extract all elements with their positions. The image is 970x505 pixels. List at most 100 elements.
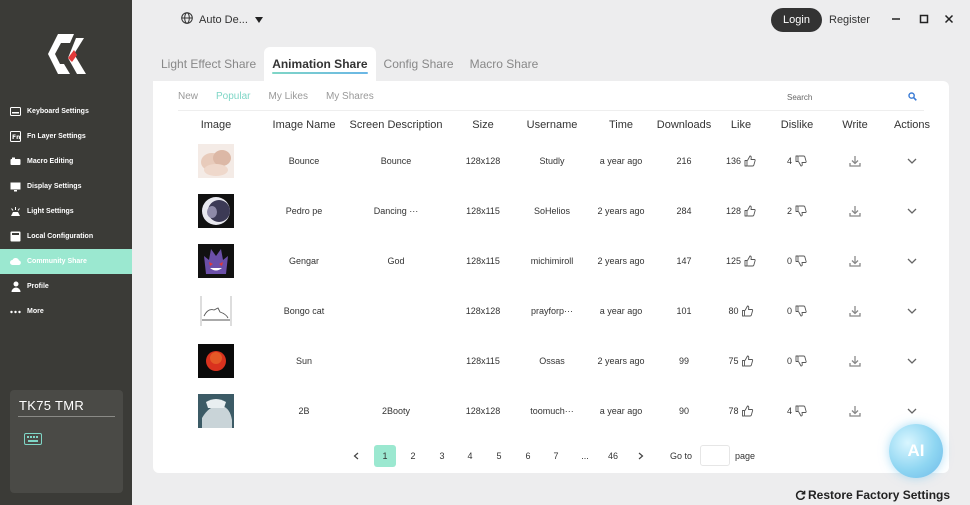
svg-text:Fn: Fn bbox=[12, 134, 20, 141]
thumbs-up-icon[interactable] bbox=[744, 205, 756, 217]
sidebar-item-profile[interactable]: Profile bbox=[0, 274, 132, 299]
username: toomuch··· bbox=[530, 406, 574, 416]
like-cell: 78 bbox=[728, 405, 754, 417]
thumbs-up-icon[interactable] bbox=[744, 155, 756, 167]
sidebar-item-light-settings[interactable]: Light Settings bbox=[0, 199, 132, 224]
tab-macro-share[interactable]: Macro Share bbox=[462, 47, 547, 81]
sidebar-nav: Keyboard Settings Fn Fn Layer Settings Macr… bbox=[0, 99, 132, 324]
like-cell: 136 bbox=[726, 155, 756, 167]
download-icon[interactable] bbox=[849, 255, 861, 267]
thumbs-up-icon[interactable] bbox=[744, 255, 756, 267]
image-size: 128x115 bbox=[466, 256, 500, 266]
page-button-46[interactable]: 46 bbox=[602, 445, 624, 467]
page-button-6[interactable]: 6 bbox=[517, 445, 539, 467]
subtab-popular[interactable]: Popular bbox=[216, 91, 250, 102]
language-selector[interactable]: Auto De... bbox=[181, 12, 263, 27]
download-icon[interactable] bbox=[849, 355, 861, 367]
tab-light-effect-share[interactable]: Light Effect Share bbox=[153, 47, 264, 81]
page-button-2[interactable]: 2 bbox=[402, 445, 424, 467]
goto-page-input[interactable] bbox=[700, 445, 730, 466]
page-button-5[interactable]: 5 bbox=[488, 445, 510, 467]
table-row: Pedro pe Dancing ··· 128x115 SoHelios 2 year… bbox=[153, 191, 949, 231]
close-icon[interactable] bbox=[942, 12, 956, 26]
table-row: Gengar God 128x115 michimiroll 2 years ago 14… bbox=[153, 241, 949, 281]
thumbs-down-icon[interactable] bbox=[795, 205, 807, 217]
maximize-icon[interactable] bbox=[917, 12, 931, 26]
sidebar-item-community-share[interactable]: Community Share bbox=[0, 249, 132, 274]
chevron-left-icon[interactable] bbox=[345, 445, 367, 467]
thumbs-down-icon[interactable] bbox=[795, 355, 807, 367]
macro-icon bbox=[10, 156, 21, 167]
subtab-my-shares[interactable]: My Shares bbox=[326, 91, 374, 102]
minimize-icon[interactable] bbox=[889, 12, 903, 26]
chevron-down-icon[interactable] bbox=[907, 408, 917, 414]
page-button-1[interactable]: 1 bbox=[374, 445, 396, 467]
ai-assistant-button[interactable]: AI bbox=[889, 424, 943, 478]
subtab-new[interactable]: New bbox=[178, 91, 198, 102]
brand-logo bbox=[44, 30, 94, 78]
restore-factory-button[interactable]: Restore Factory Settings bbox=[795, 488, 950, 502]
header-divider bbox=[178, 110, 924, 111]
animation-thumbnail[interactable] bbox=[198, 194, 234, 228]
like-count: 128 bbox=[725, 206, 742, 216]
thumbs-down-icon[interactable] bbox=[795, 255, 807, 267]
login-button[interactable]: Login bbox=[771, 8, 822, 32]
download-icon[interactable] bbox=[849, 155, 861, 167]
table-header: Image Image Name Screen Description Size Use… bbox=[153, 119, 949, 133]
screen-description: Dancing ··· bbox=[373, 206, 419, 216]
sidebar-item-display-settings[interactable]: Display Settings bbox=[0, 174, 132, 199]
chevron-right-icon[interactable] bbox=[630, 445, 652, 467]
search-box[interactable] bbox=[787, 89, 917, 105]
device-card[interactable]: TK75 TMR bbox=[10, 390, 123, 493]
share-panel: New Popular My Likes My Shares Image Image N… bbox=[153, 81, 949, 473]
chevron-down-icon[interactable] bbox=[907, 308, 917, 314]
animation-thumbnail[interactable] bbox=[198, 144, 234, 178]
like-cell: 75 bbox=[728, 355, 754, 367]
thumbs-down-icon[interactable] bbox=[795, 155, 807, 167]
sidebar-item-fn-layer-settings[interactable]: Fn Fn Layer Settings bbox=[0, 124, 132, 149]
chevron-down-icon[interactable] bbox=[907, 258, 917, 264]
upload-time: 2 years ago bbox=[597, 256, 645, 266]
chevron-down-icon[interactable] bbox=[907, 158, 917, 164]
page-label: page bbox=[735, 451, 756, 461]
page-button-4[interactable]: 4 bbox=[459, 445, 481, 467]
animation-thumbnail[interactable] bbox=[198, 294, 234, 328]
search-icon[interactable] bbox=[908, 88, 917, 106]
download-icon[interactable] bbox=[849, 205, 861, 217]
register-link[interactable]: Register bbox=[829, 14, 870, 26]
subtab-my-likes[interactable]: My Likes bbox=[268, 91, 307, 102]
sidebar-item-macro-editing[interactable]: Macro Editing bbox=[0, 149, 132, 174]
tab-animation-share[interactable]: Animation Share bbox=[264, 47, 376, 81]
refresh-icon bbox=[795, 490, 806, 501]
upload-time: a year ago bbox=[599, 306, 643, 316]
search-input[interactable] bbox=[787, 92, 887, 102]
page-button-7[interactable]: 7 bbox=[545, 445, 567, 467]
animation-thumbnail[interactable] bbox=[198, 344, 234, 378]
sidebar-item-keyboard-settings[interactable]: Keyboard Settings bbox=[0, 99, 132, 124]
local-config-icon bbox=[10, 231, 21, 242]
page-button-3[interactable]: 3 bbox=[431, 445, 453, 467]
fn-layer-icon: Fn bbox=[10, 131, 21, 142]
thumbs-up-icon[interactable] bbox=[742, 305, 754, 317]
tab-config-share[interactable]: Config Share bbox=[376, 47, 462, 81]
download-icon[interactable] bbox=[849, 305, 861, 317]
ai-label: AI bbox=[907, 441, 925, 460]
thumbs-up-icon[interactable] bbox=[742, 355, 754, 367]
thumbs-down-icon[interactable] bbox=[795, 405, 807, 417]
thumbs-down-icon[interactable] bbox=[795, 305, 807, 317]
column-header-image-name: Image Name bbox=[272, 119, 336, 131]
thumbs-up-icon[interactable] bbox=[742, 405, 754, 417]
active-tab-underline bbox=[272, 72, 368, 74]
sidebar-item-more[interactable]: More bbox=[0, 299, 132, 324]
download-count: 216 bbox=[676, 156, 692, 166]
image-name: Bongo cat bbox=[283, 306, 325, 316]
sidebar-item-local-configuration[interactable]: Local Configuration bbox=[0, 224, 132, 249]
animation-thumbnail[interactable] bbox=[198, 394, 234, 428]
language-label: Auto De... bbox=[199, 13, 248, 26]
download-count: 147 bbox=[676, 256, 692, 266]
chevron-down-icon[interactable] bbox=[907, 208, 917, 214]
like-count: 78 bbox=[728, 406, 739, 416]
chevron-down-icon[interactable] bbox=[907, 358, 917, 364]
animation-thumbnail[interactable] bbox=[198, 244, 234, 278]
download-icon[interactable] bbox=[849, 405, 861, 417]
